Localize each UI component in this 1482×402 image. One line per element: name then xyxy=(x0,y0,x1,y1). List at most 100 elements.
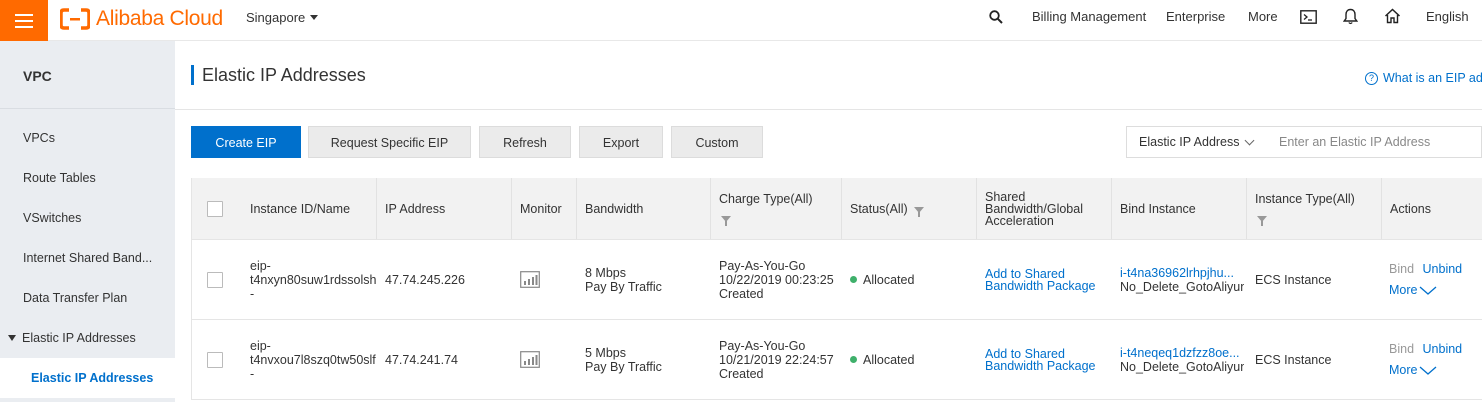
header-status-label: Status(All) xyxy=(850,201,908,216)
filter-icon[interactable] xyxy=(913,206,924,217)
row-checkbox[interactable] xyxy=(207,351,223,368)
search-input[interactable]: Enter an Elastic IP Address xyxy=(1265,126,1482,158)
search-icon[interactable] xyxy=(989,10,1003,24)
header-inst-type[interactable]: Instance Type(All) xyxy=(1247,178,1382,239)
header-charge[interactable]: Charge Type(All) xyxy=(711,178,842,239)
shared-link-line1: Add to Shared xyxy=(985,346,1065,361)
bandwidth-billing: Pay By Traffic xyxy=(585,359,662,374)
bind-instance-link[interactable]: i-t4na36962lrhpjhu... xyxy=(1120,266,1244,280)
sidebar-item-vpcs[interactable]: VPCs xyxy=(0,118,175,158)
cell-shared: Add to Shared Bandwidth Package xyxy=(985,320,1110,399)
terminal-icon[interactable] xyxy=(1300,10,1317,24)
custom-button[interactable]: Custom xyxy=(671,126,763,158)
charge-created: Created xyxy=(719,286,764,301)
cell-monitor xyxy=(520,320,580,399)
header-charge-label: Charge Type(All) xyxy=(719,192,813,206)
header-instance: Instance ID/Name xyxy=(192,178,377,239)
create-eip-button[interactable]: Create EIP xyxy=(191,126,301,158)
bell-icon[interactable] xyxy=(1343,8,1358,25)
hamburger-menu-icon[interactable] xyxy=(0,0,48,41)
header-instance-label: Instance ID/Name xyxy=(250,201,351,216)
bind-action: Bind xyxy=(1389,262,1415,276)
instance-id[interactable]: t4nxyn80suw1rdssolsh6 xyxy=(250,273,377,287)
nav-enterprise[interactable]: Enterprise xyxy=(1166,9,1225,24)
header-shared-line2: Bandwidth/Global xyxy=(985,201,1083,216)
filter-icon[interactable] xyxy=(721,216,731,226)
cell-bandwidth: 8 Mbps Pay By Traffic xyxy=(585,240,710,319)
row-checkbox[interactable] xyxy=(207,271,223,288)
cell-actions: Bind Unbind More xyxy=(1389,240,1482,319)
chevron-down-icon xyxy=(1244,135,1254,145)
request-specific-eip-button[interactable]: Request Specific EIP xyxy=(308,126,471,158)
header-ip: IP Address xyxy=(377,178,512,239)
monitor-chart-icon[interactable] xyxy=(520,271,540,288)
bind-instance-link[interactable]: i-t4neqeq1dzfzz8oe... xyxy=(1120,346,1244,360)
help-link[interactable]: ? What is an EIP ad xyxy=(1365,71,1482,85)
bandwidth-value: 8 Mbps xyxy=(585,265,626,280)
search-field-select[interactable]: Elastic IP Address xyxy=(1126,126,1266,158)
more-label: More xyxy=(1389,283,1418,297)
nav-more[interactable]: More xyxy=(1248,9,1278,24)
divider xyxy=(175,109,1482,110)
instance-id-line1: eip- xyxy=(250,258,271,273)
sidebar-group-elastic-ip[interactable]: Elastic IP Addresses xyxy=(0,318,175,358)
cell-monitor xyxy=(520,240,580,319)
status-badge: Allocated xyxy=(863,272,915,287)
region-label: Singapore xyxy=(246,10,306,25)
table-header-row: Instance ID/Name IP Address Monitor Band… xyxy=(192,178,1482,240)
add-to-shared-bandwidth-link[interactable]: Add to Shared Bandwidth Package xyxy=(985,267,1096,292)
brand-name: Alibaba Cloud xyxy=(96,7,223,30)
filter-icon[interactable] xyxy=(1257,216,1267,226)
header-monitor: Monitor xyxy=(512,178,577,239)
chevron-down-icon xyxy=(1420,366,1437,375)
bandwidth-billing: Pay By Traffic xyxy=(585,279,662,294)
cell-shared: Add to Shared Bandwidth Package xyxy=(985,240,1110,319)
instance-id-line1: eip- xyxy=(250,338,271,353)
bind-instance-name: No_Delete_GotoAliyun_ xyxy=(1120,279,1244,294)
search-field-label: Elastic IP Address xyxy=(1139,135,1240,149)
sidebar-item-internet-shared-bandwidth[interactable]: Internet Shared Band... xyxy=(0,238,175,278)
unbind-action[interactable]: Unbind xyxy=(1423,342,1463,356)
sidebar-item-data-transfer-plan[interactable]: Data Transfer Plan xyxy=(0,278,175,318)
status-badge: Allocated xyxy=(863,352,915,367)
more-actions[interactable]: More xyxy=(1389,283,1462,297)
charge-time: 10/21/2019 22:24:57 xyxy=(719,352,834,367)
header-shared: Shared Bandwidth/Global Acceleration xyxy=(977,178,1112,239)
nav-billing-management[interactable]: Billing Management xyxy=(1032,9,1146,24)
row-checkbox-cell xyxy=(207,320,237,399)
sidebar-group-label: Elastic IP Addresses xyxy=(22,331,136,345)
monitor-chart-icon[interactable] xyxy=(520,351,540,368)
header-bind: Bind Instance xyxy=(1112,178,1247,239)
chevron-down-icon xyxy=(1420,286,1437,295)
sidebar-item-vswitches[interactable]: VSwitches xyxy=(0,198,175,238)
cell-bandwidth: 5 Mbps Pay By Traffic xyxy=(585,320,710,399)
instance-name: - xyxy=(250,366,255,381)
alibaba-cloud-logo-icon xyxy=(60,8,90,30)
export-button[interactable]: Export xyxy=(579,126,663,158)
charge-created: Created xyxy=(719,366,764,381)
bandwidth-value: 5 Mbps xyxy=(585,345,626,360)
home-icon[interactable] xyxy=(1384,8,1401,24)
header-status[interactable]: Status(All) xyxy=(842,178,977,239)
main-content: Elastic IP Addresses ? What is an EIP ad… xyxy=(175,41,1482,402)
sidebar-item-route-tables[interactable]: Route Tables xyxy=(0,158,175,198)
cell-instance-type: ECS Instance xyxy=(1255,352,1332,367)
header-shared-line3: Acceleration xyxy=(985,213,1054,228)
add-to-shared-bandwidth-link[interactable]: Add to Shared Bandwidth Package xyxy=(985,346,1096,372)
cell-bind-instance: i-t4neqeq1dzfzz8oe... No_Delete_GotoAliy… xyxy=(1120,320,1248,399)
refresh-button[interactable]: Refresh xyxy=(479,126,571,158)
region-selector[interactable]: Singapore xyxy=(246,10,319,25)
cell-bind-instance: i-t4na36962lrhpjhu... No_Delete_GotoAliy… xyxy=(1120,240,1248,319)
header-inst-type-label: Instance Type(All) xyxy=(1255,192,1355,206)
sidebar-item-elastic-ip-addresses[interactable]: Elastic IP Addresses xyxy=(0,358,175,398)
cell-charge: Pay-As-You-Go 10/22/2019 00:23:25 Create… xyxy=(719,240,844,319)
more-actions[interactable]: More xyxy=(1389,363,1462,377)
language-selector[interactable]: English xyxy=(1426,9,1469,24)
instance-id[interactable]: t4nvxou7l8szq0tw50slf xyxy=(250,353,377,367)
bind-action: Bind xyxy=(1389,342,1415,356)
bind-instance-name: No_Delete_GotoAliyun_ xyxy=(1120,359,1244,374)
brand-logo[interactable]: Alibaba Cloud xyxy=(60,7,223,31)
select-all-checkbox[interactable] xyxy=(207,200,223,217)
unbind-action[interactable]: Unbind xyxy=(1423,262,1463,276)
sidebar: VPC VPCs Route Tables VSwitches Internet… xyxy=(0,41,175,402)
